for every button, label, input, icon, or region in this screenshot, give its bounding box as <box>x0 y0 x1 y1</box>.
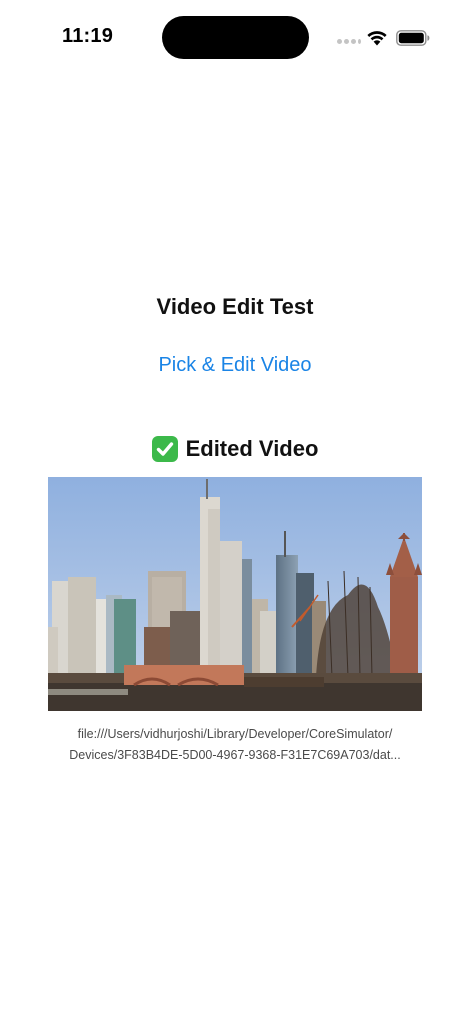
file-path-line: file:///Users/vidhurjoshi/Library/Develo… <box>77 727 393 741</box>
page-title: Video Edit Test <box>156 294 314 319</box>
app-screen: 11:19 Video Edit Test Pick & Edit Video … <box>0 0 470 1024</box>
edited-video-heading: Edited Video <box>0 436 470 462</box>
pick-edit-video-button[interactable]: Pick & Edit Video <box>135 354 335 377</box>
edited-video-player[interactable] <box>48 477 422 711</box>
file-path-text: file:///Users/vidhurjoshi/Library/Develo… <box>35 724 435 766</box>
skyline-image <box>48 477 422 711</box>
battery-icon <box>396 30 430 46</box>
dynamic-island <box>162 16 309 59</box>
check-mark-icon <box>151 436 178 462</box>
file-path-line: Devices/3F83B4DE-5D00-4967-9368-F31E7C69… <box>69 748 401 762</box>
edited-video-label: Edited Video <box>185 436 319 461</box>
wifi-icon <box>367 31 387 46</box>
signal-icon <box>337 39 361 45</box>
status-time: 11:19 <box>62 25 114 47</box>
